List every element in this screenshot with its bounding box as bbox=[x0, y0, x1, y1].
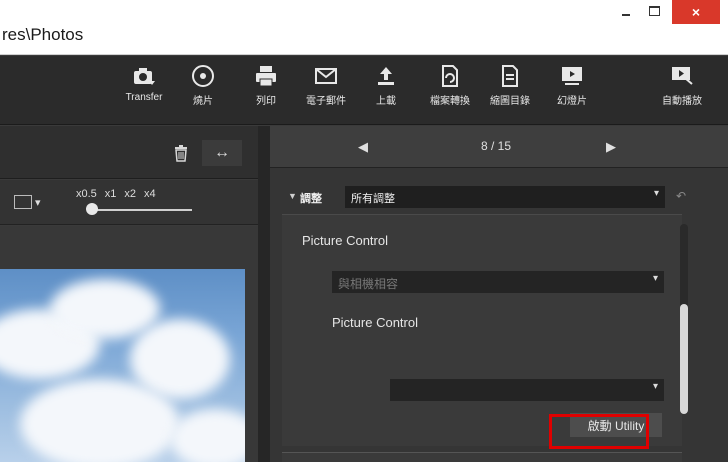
zoom-bar: ▾ x0.5 x1 x2 x4 bbox=[0, 180, 258, 225]
sky-photo bbox=[0, 269, 245, 462]
delete-button[interactable] bbox=[168, 140, 194, 166]
upload-icon bbox=[378, 67, 394, 85]
file-convert-button[interactable]: 檔案轉換 bbox=[424, 64, 476, 107]
chevron-down-icon: ▾ bbox=[35, 196, 41, 209]
toolbar-label: 電子郵件 bbox=[306, 96, 346, 107]
toolbar-label: 上載 bbox=[376, 96, 396, 107]
adjust-label: 調整 bbox=[300, 193, 322, 205]
thumbnail-index-icon bbox=[502, 65, 518, 87]
picture-control-select[interactable]: ▾ bbox=[390, 379, 664, 401]
fit-view-select[interactable]: ▾ bbox=[10, 191, 60, 213]
picture-control-section: Picture Control 與相機相容 ▾ Picture Control … bbox=[282, 214, 682, 446]
compare-toggle-button[interactable]: ↔ bbox=[202, 140, 242, 166]
zoom-label: x4 bbox=[144, 188, 156, 200]
zoom-label: x0.5 bbox=[76, 188, 97, 200]
zoom-label: x2 bbox=[124, 188, 137, 200]
picture-control-label: Picture Control bbox=[332, 315, 418, 330]
adjust-mode-select[interactable]: 所有調整 ▾ bbox=[345, 186, 665, 208]
collapse-arrow-icon[interactable]: ▼ bbox=[288, 191, 297, 201]
next-section-header bbox=[282, 452, 682, 462]
email-button[interactable]: 電子郵件 bbox=[300, 64, 352, 107]
trash-icon bbox=[175, 145, 187, 162]
slideshow-icon bbox=[562, 67, 582, 85]
zoom-slider-track[interactable] bbox=[92, 209, 192, 211]
close-button[interactable]: × bbox=[672, 0, 720, 24]
toolbar: Transfer 燒片 列印 電子郵件 上載 檔案轉換 縮圖目錄 幻燈片 自動播… bbox=[0, 56, 728, 125]
reset-icon[interactable]: ↶ bbox=[676, 189, 692, 205]
chevron-down-icon: ▾ bbox=[652, 381, 658, 392]
highlight-box bbox=[549, 414, 649, 449]
upload-button[interactable]: 上載 bbox=[360, 64, 412, 107]
camera-select-value: 與相機相容 bbox=[338, 277, 399, 291]
toolbar-label: Transfer bbox=[125, 92, 163, 103]
zoom-slider-handle[interactable] bbox=[86, 203, 98, 215]
camera-transfer-icon bbox=[134, 68, 155, 85]
previous-image-button[interactable]: ◀ bbox=[358, 139, 368, 155]
title-bar: res\Photos × bbox=[0, 0, 728, 55]
next-image-button[interactable]: ▶ bbox=[606, 139, 616, 155]
chevron-down-icon: ▾ bbox=[653, 188, 659, 199]
zoom-label: x1 bbox=[104, 188, 117, 200]
toolbar-label: 列印 bbox=[256, 96, 276, 107]
file-convert-icon bbox=[442, 65, 458, 87]
disc-burn-icon bbox=[192, 65, 214, 87]
burn-button[interactable]: 燒片 bbox=[177, 64, 229, 107]
transfer-button[interactable]: Transfer bbox=[118, 64, 170, 103]
thumbnail-index-button[interactable]: 縮圖目錄 bbox=[484, 64, 536, 107]
window-title: res\Photos bbox=[2, 25, 84, 44]
zoom-level-labels: x0.5 x1 x2 x4 bbox=[76, 188, 156, 200]
scrollbar-thumb[interactable] bbox=[680, 304, 688, 414]
printer-icon bbox=[256, 66, 276, 87]
picture-control-heading: Picture Control bbox=[302, 233, 388, 248]
adjust-select-value: 所有調整 bbox=[351, 193, 395, 205]
toolbar-label: 縮圖目錄 bbox=[490, 96, 530, 107]
minimize-button[interactable] bbox=[612, 0, 640, 22]
cloud-shape bbox=[170, 409, 245, 462]
image-navigator: ◀ 8 / 15 ▶ bbox=[270, 126, 728, 168]
mail-icon bbox=[315, 68, 337, 84]
toolbar-label: 幻燈片 bbox=[557, 96, 587, 107]
cloud-shape bbox=[20, 379, 180, 462]
slideshow-button[interactable]: 幻燈片 bbox=[546, 64, 598, 107]
autoplay-icon bbox=[672, 67, 693, 85]
toolbar-label: 自動播放 bbox=[662, 96, 702, 107]
print-button[interactable]: 列印 bbox=[240, 64, 292, 107]
fit-frame-icon bbox=[14, 195, 32, 209]
image-preview-area bbox=[0, 226, 258, 462]
maximize-button[interactable] bbox=[640, 0, 668, 22]
adjust-header: ▼ 調整 所有調整 ▾ ↶ bbox=[270, 180, 728, 214]
panel-splitter[interactable] bbox=[258, 126, 270, 462]
toolbar-label: 燒片 bbox=[193, 96, 213, 107]
autoplay-button[interactable]: 自動播放 bbox=[656, 64, 708, 107]
toolbar-label: 檔案轉換 bbox=[430, 96, 470, 107]
camera-compatible-select[interactable]: 與相機相容 ▾ bbox=[332, 271, 664, 293]
swap-arrows-icon: ↔ bbox=[214, 144, 230, 161]
viewer-header: ↔ bbox=[0, 126, 258, 179]
adjustment-panel: ◀ 8 / 15 ▶ ▼ 調整 所有調整 ▾ ↶ Picture Control… bbox=[270, 126, 728, 462]
chevron-down-icon: ▾ bbox=[652, 273, 658, 284]
image-counter: 8 / 15 bbox=[480, 139, 512, 153]
